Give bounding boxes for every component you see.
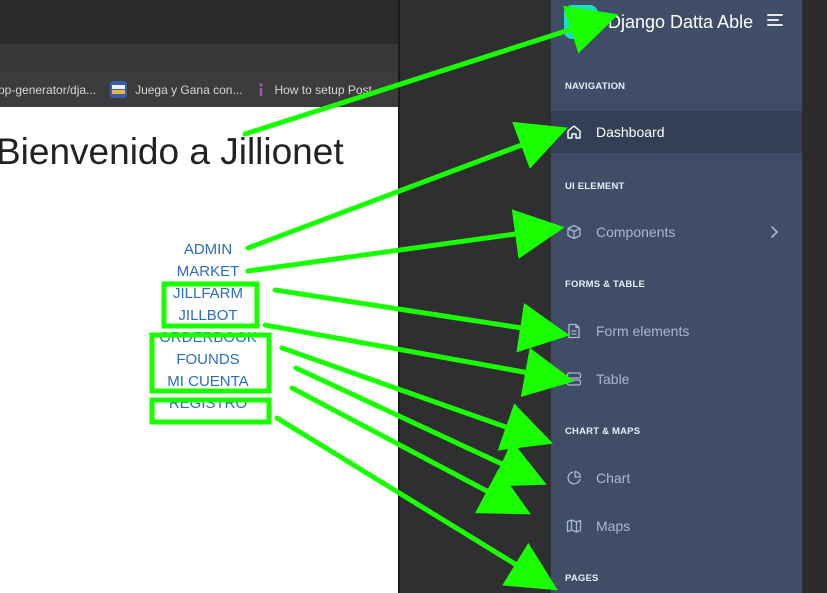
sidebar-item-label: Table [596, 371, 630, 387]
menu-toggle-icon[interactable] [767, 14, 785, 28]
sidebar-item-table[interactable]: Table [551, 358, 802, 400]
home-icon [566, 124, 582, 140]
sidebar-item-chart[interactable]: Chart [551, 457, 802, 499]
registro-link[interactable]: REGISTRO [148, 395, 268, 413]
bookmark-item[interactable]: Juega y Gana con... [110, 81, 242, 98]
bookmark-item[interactable]: How to setup Post [256, 81, 372, 98]
brand[interactable]: Django Datta Able [564, 5, 753, 39]
orderbook-link[interactable]: ORDERBOOK [148, 329, 268, 347]
map-icon [566, 518, 582, 534]
section-ui-element: UI ELEMENT [565, 181, 625, 192]
pie-chart-icon [566, 470, 582, 486]
sidebar-item-maps[interactable]: Maps [551, 505, 802, 547]
bookmark-label: pp-generator/dja... [0, 82, 97, 97]
admin-link[interactable]: ADMIN [148, 241, 268, 259]
brand-name: Django Datta Able [608, 11, 754, 32]
sidebar-item-label: Form elements [596, 323, 690, 339]
section-forms-table: FORMS & TABLE [565, 279, 646, 290]
bookmark-label: How to setup Post [274, 82, 372, 97]
sidebar-item-dashboard[interactable]: Dashboard [551, 111, 802, 153]
chevron-right-icon [766, 224, 782, 240]
bookmark-item[interactable]: pp-generator/dja... [0, 83, 96, 97]
bookmarks-bar: pp-generator/dja... Juega y Gana con... … [0, 72, 400, 107]
sidebar: Django Datta Able NAVIGATION Dashboard U… [551, 0, 802, 593]
browser-window: pp-generator/dja... Juega y Gana con... … [0, 0, 400, 593]
browser-address-bar[interactable] [0, 44, 400, 72]
page-content: Bienvenido a Jillionet ADMIN MARKET JILL… [0, 107, 400, 593]
site-favicon-icon [110, 81, 128, 98]
founds-link[interactable]: FOUNDS [148, 351, 268, 369]
market-link[interactable]: MARKET [148, 263, 268, 281]
sidebar-item-form-elements[interactable]: Form elements [551, 310, 802, 352]
sidebar-item-label: Chart [596, 470, 631, 486]
section-navigation: NAVIGATION [565, 81, 626, 92]
sidebar-item-label: Dashboard [596, 124, 665, 140]
info-icon [256, 81, 266, 98]
file-text-icon [566, 323, 582, 339]
box-icon [566, 224, 582, 240]
brand-logo-icon [564, 5, 598, 39]
sidebar-item-label: Components [596, 224, 676, 240]
jillfarm-link[interactable]: JILLFARM [148, 285, 268, 303]
jillbot-link[interactable]: JILLBOT [148, 307, 268, 325]
page-title: Bienvenido a Jillionet [0, 131, 344, 172]
sidebar-item-components[interactable]: Components [551, 211, 802, 253]
section-chart-maps: CHART & MAPS [565, 426, 641, 437]
mi-cuenta-link[interactable]: MI CUENTA [148, 373, 268, 391]
sidebar-item-label: Maps [596, 518, 631, 534]
browser-tab-strip [0, 0, 400, 44]
desktop-background [398, 0, 551, 593]
bookmark-label: Juega y Gana con... [135, 82, 243, 97]
window-edge [802, 0, 827, 593]
section-pages: PAGES [565, 573, 599, 584]
server-icon [566, 371, 582, 387]
